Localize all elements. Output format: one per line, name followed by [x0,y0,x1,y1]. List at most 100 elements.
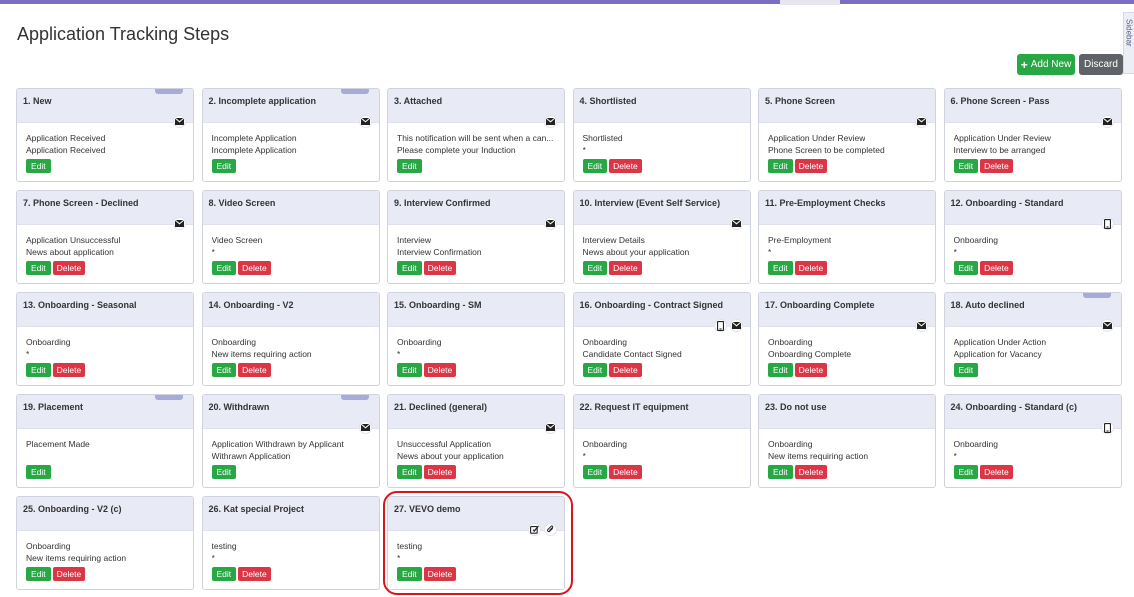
step-notification-subject: * [582,451,586,461]
delete-button[interactable]: Delete [794,465,828,479]
edit-button[interactable]: Edit [211,567,237,581]
step-notification-icons [1100,421,1114,434]
step-notification-name: testing [397,541,423,551]
envelope-icon[interactable] [1100,115,1114,128]
edit-button[interactable]: Edit [768,465,793,479]
edit-button[interactable]: Edit [397,567,422,581]
delete-button[interactable]: Delete [794,261,828,275]
envelope-icon[interactable] [544,217,557,230]
envelope-icon[interactable] [544,115,557,128]
step-notification-icons [358,421,372,434]
envelope-icon[interactable] [915,319,928,332]
step-card-header [202,497,379,531]
edit-button[interactable]: Edit [397,465,422,479]
step-notification-name: This notification will be sent when a ca… [397,133,554,143]
envelope-icon[interactable] [173,217,186,230]
step-actions: Edit Delete [26,363,86,377]
delete-button[interactable]: Delete [609,363,642,377]
mobile-icon[interactable] [1100,217,1114,230]
step-notification-subject: News about your application [582,247,690,257]
step-notification-subject: * [397,553,401,563]
delete-button[interactable]: Delete [980,261,1013,275]
step-title: 18. Auto declined [950,300,1025,310]
step-notification-subject: * [953,247,957,257]
step-notification-icons [544,217,557,230]
envelope-icon[interactable] [729,217,743,230]
edit-button[interactable]: Edit [582,261,608,275]
sidebar-toggle-tab[interactable]: Sidebar [1123,12,1134,74]
step-card-header [17,395,193,429]
edit-button[interactable]: Edit [211,363,237,377]
step-card: 3. Attached This notification will be sen… [387,88,565,182]
step-notification-name: Onboarding [26,541,71,551]
step-title: 17. Onboarding Complete [765,300,875,310]
delete-button[interactable]: Delete [980,465,1013,479]
step-actions: Edit Delete [582,363,642,377]
step-notification-subject: Interview Confirmation [397,247,482,257]
edit-check-icon[interactable] [528,523,541,536]
delete-button[interactable]: Delete [609,465,642,479]
step-actions: Edit Delete [211,567,271,581]
edit-button[interactable]: Edit [397,261,422,275]
delete-button[interactable]: Delete [423,363,457,377]
edit-button[interactable]: Edit [953,261,979,275]
edit-button[interactable]: Edit [768,159,793,173]
step-card-tab [155,395,183,400]
delete-button[interactable]: Delete [423,567,457,581]
delete-button[interactable]: Delete [980,159,1013,173]
step-actions: Edit [26,159,51,173]
step-card-header [388,191,564,225]
envelope-icon[interactable] [173,115,186,128]
edit-button[interactable]: Edit [26,465,51,479]
add-new-button[interactable]: + Add New [1017,54,1075,75]
edit-button[interactable]: Edit [953,363,979,377]
paperclip-icon[interactable] [544,523,557,536]
step-card: 15. Onboarding - SM Onboarding * Edit Delete [387,292,565,386]
edit-button[interactable]: Edit [953,465,979,479]
envelope-icon[interactable] [544,421,557,434]
step-title: 25. Onboarding - V2 (c) [23,504,122,514]
edit-button[interactable]: Edit [397,159,422,173]
delete-button[interactable]: Delete [609,159,642,173]
delete-button[interactable]: Delete [609,261,642,275]
step-title: 14. Onboarding - V2 [208,300,294,310]
step-title: 15. Onboarding - SM [394,300,482,310]
edit-button[interactable]: Edit [211,261,237,275]
edit-button[interactable]: Edit [582,159,608,173]
mobile-icon[interactable] [713,319,727,332]
delete-button[interactable]: Delete [238,363,271,377]
step-notification-subject: * [768,247,772,257]
step-card-header [944,293,1121,327]
delete-button[interactable]: Delete [238,567,271,581]
edit-button[interactable]: Edit [211,465,237,479]
delete-button[interactable]: Delete [52,567,86,581]
edit-button[interactable]: Edit [953,159,979,173]
edit-button[interactable]: Edit [768,363,793,377]
edit-button[interactable]: Edit [582,363,608,377]
delete-button[interactable]: Delete [423,465,457,479]
edit-button[interactable]: Edit [26,567,51,581]
delete-button[interactable]: Delete [52,261,86,275]
mobile-icon[interactable] [1100,421,1114,434]
delete-button[interactable]: Delete [52,363,86,377]
edit-button[interactable]: Edit [26,261,51,275]
envelope-icon[interactable] [729,319,743,332]
step-actions: Edit Delete [582,159,642,173]
edit-button[interactable]: Edit [582,465,608,479]
envelope-icon[interactable] [358,421,372,434]
edit-button[interactable]: Edit [397,363,422,377]
delete-button[interactable]: Delete [794,159,828,173]
edit-button[interactable]: Edit [768,261,793,275]
envelope-icon[interactable] [1100,319,1114,332]
delete-button[interactable]: Delete [794,363,828,377]
discard-button[interactable]: Discard [1079,54,1123,75]
envelope-icon[interactable] [358,115,372,128]
step-card-header [202,293,379,327]
edit-button[interactable]: Edit [211,159,237,173]
envelope-icon[interactable] [915,115,928,128]
edit-button[interactable]: Edit [26,363,51,377]
delete-button[interactable]: Delete [423,261,457,275]
delete-button[interactable]: Delete [238,261,271,275]
step-notification-subject: Application Received [26,145,106,155]
edit-button[interactable]: Edit [26,159,51,173]
